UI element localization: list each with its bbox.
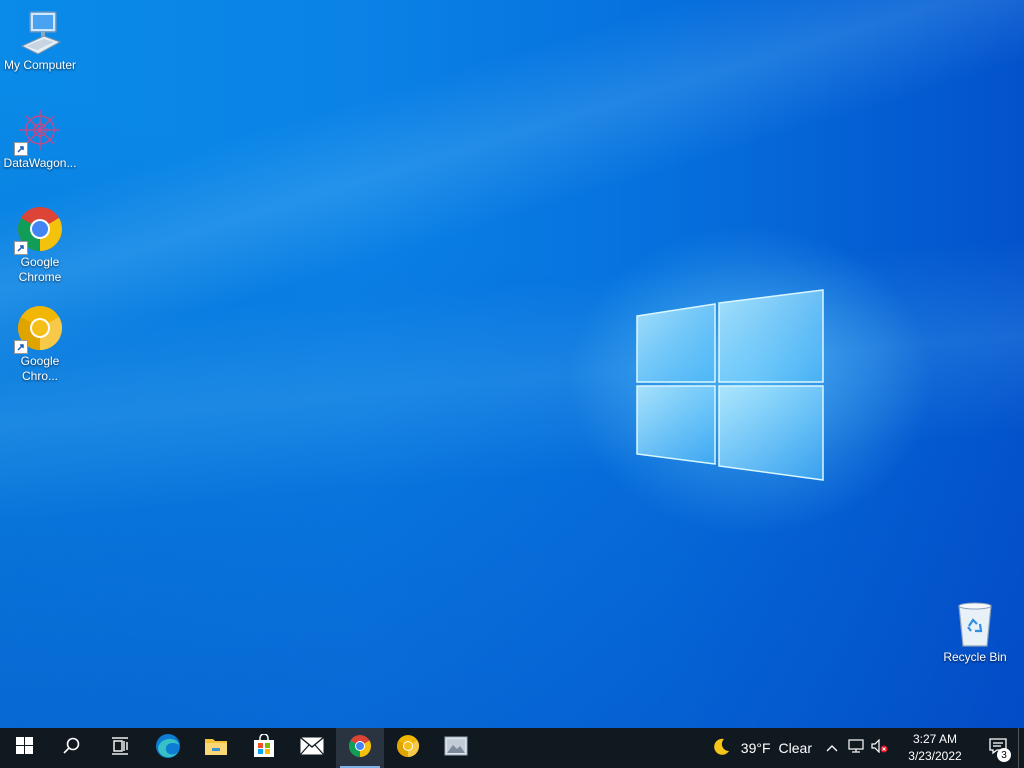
shortcut-arrow-icon	[14, 340, 28, 354]
task-view-button[interactable]	[96, 728, 144, 768]
volume-muted-icon	[871, 738, 889, 758]
desktop-icon-datawagon[interactable]: DataWagon...	[0, 106, 80, 171]
desktop-icon-my-computer[interactable]: My Computer	[0, 8, 80, 73]
network-button[interactable]	[844, 728, 868, 768]
taskbar-app-edge[interactable]	[144, 728, 192, 768]
windows-start-icon	[15, 737, 33, 759]
desktop-icon-label: Recycle Bin	[943, 650, 1007, 664]
weather-temperature: 39°F	[740, 740, 771, 756]
recycle-bin-icon	[951, 600, 999, 648]
mail-icon	[300, 736, 324, 760]
desktop-icon-label: Google Chro...	[20, 354, 60, 383]
photos-icon	[444, 735, 468, 762]
moon-icon	[711, 737, 731, 760]
taskbar: 39°F Clear 3:27 AM 3/23/2022 3	[0, 728, 1024, 768]
desktop-icon-recycle-bin[interactable]: Recycle Bin	[935, 600, 1015, 665]
action-center-button[interactable]: 3	[978, 728, 1018, 768]
folder-icon	[204, 736, 228, 761]
store-icon	[252, 732, 276, 763]
clock[interactable]: 3:27 AM 3/23/2022	[900, 731, 970, 765]
taskbar-app-store[interactable]	[240, 728, 288, 768]
desktop-icon-google-chrome-canary[interactable]: Google Chro...	[0, 304, 80, 384]
desktop-background: My Computer DataWagon... Google Chrome G…	[0, 0, 1024, 728]
start-button[interactable]	[0, 728, 48, 768]
light-beam	[0, 0, 1024, 728]
network-icon	[848, 738, 864, 758]
weather-condition: Clear	[778, 740, 812, 756]
taskbar-app-chrome-canary[interactable]	[384, 728, 432, 768]
windows-logo-wallpaper	[636, 289, 824, 481]
chrome-icon	[348, 734, 372, 763]
show-desktop-button[interactable]	[1018, 728, 1024, 768]
search-icon	[63, 737, 81, 760]
volume-button[interactable]	[868, 728, 892, 768]
weather-widget[interactable]: 39°F Clear	[711, 737, 812, 760]
computer-icon	[16, 8, 64, 56]
task-view-icon	[111, 736, 129, 760]
shortcut-arrow-icon	[14, 142, 28, 156]
taskbar-app-chrome[interactable]	[336, 728, 384, 768]
desktop-icon-label: Google Chrome	[18, 255, 62, 284]
desktop-icon-label: DataWagon...	[3, 156, 77, 170]
search-button[interactable]	[48, 728, 96, 768]
show-hidden-icons-button[interactable]	[820, 728, 844, 768]
notification-count-badge: 3	[997, 748, 1011, 762]
taskbar-app-photos[interactable]	[432, 728, 480, 768]
desktop-icon-label: My Computer	[3, 58, 77, 72]
shortcut-arrow-icon	[14, 241, 28, 255]
system-tray: 39°F Clear 3:27 AM 3/23/2022 3	[711, 728, 1024, 768]
chrome-icon	[14, 205, 64, 255]
chevron-up-icon	[826, 739, 838, 757]
taskbar-app-file-explorer[interactable]	[192, 728, 240, 768]
chrome-canary-icon	[14, 304, 64, 354]
chrome-canary-icon	[396, 734, 420, 763]
clock-date: 3/23/2022	[908, 749, 962, 763]
edge-icon	[155, 733, 181, 764]
desktop-icon-google-chrome[interactable]: Google Chrome	[0, 205, 80, 285]
clock-time: 3:27 AM	[912, 732, 958, 746]
taskbar-app-mail[interactable]	[288, 728, 336, 768]
datawagon-icon	[14, 106, 64, 156]
